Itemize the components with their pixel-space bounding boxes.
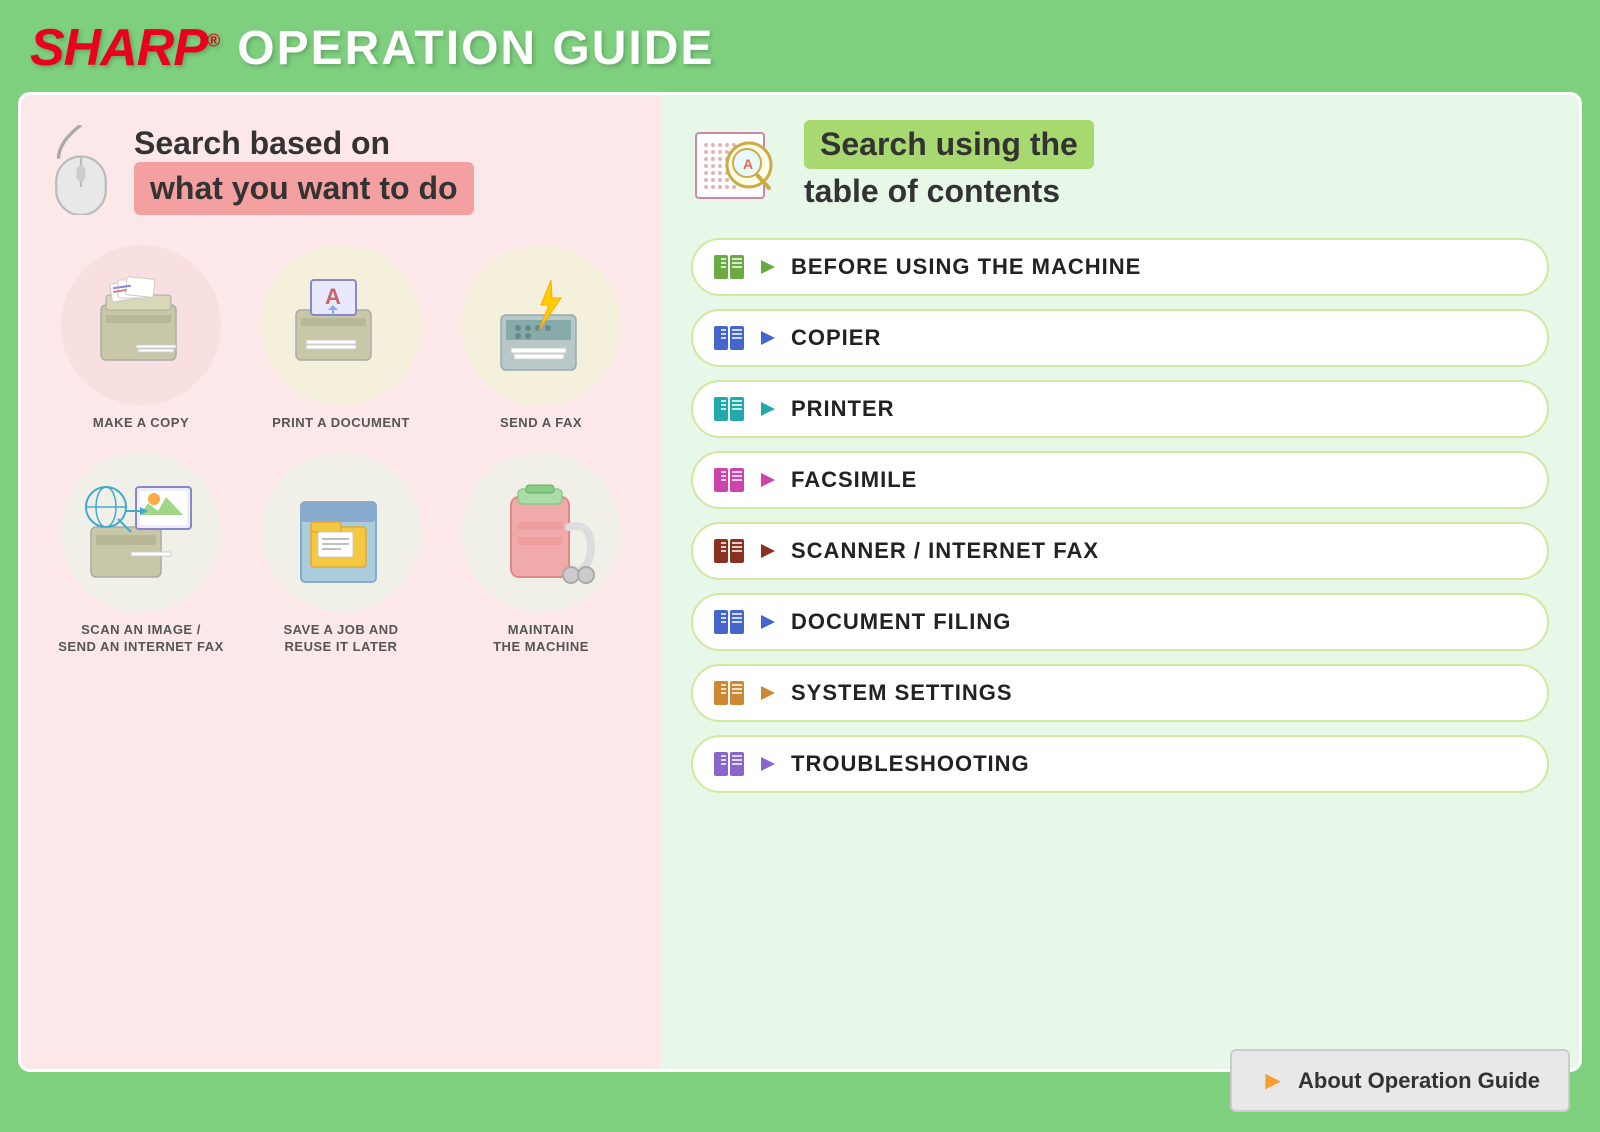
main-content: Search based on what you want to do xyxy=(18,92,1582,1072)
printer-arrow-icon xyxy=(757,398,779,420)
about-label: About Operation Guide xyxy=(1298,1068,1540,1094)
print-a-document-item[interactable]: A PRINT A DOCUMENT xyxy=(246,245,436,432)
troubleshooting-button[interactable]: TROUBLESHOOTING xyxy=(691,735,1549,793)
troubleshooting-arrow-icon xyxy=(757,753,779,775)
page-title: OPERATION GUIDE xyxy=(237,21,714,76)
scan-an-image-icon xyxy=(61,452,221,612)
send-a-fax-item[interactable]: SEND A FAX xyxy=(446,245,636,432)
header: SHARP® OPERATION GUIDE xyxy=(0,0,1600,92)
icon-grid: MAKE A COPY A xyxy=(46,245,636,656)
left-title: Search based on what you want to do xyxy=(134,125,474,215)
footer: ► About Operation Guide xyxy=(1230,1049,1570,1112)
document-filing-button[interactable]: DOCUMENT FILING xyxy=(691,593,1549,651)
book-magnifier-icon: A xyxy=(691,123,786,208)
right-panel: A Search using the table of contents xyxy=(661,95,1579,1069)
system-settings-label: SYSTEM SETTINGS xyxy=(791,680,1013,706)
sharp-logo: SHARP® xyxy=(30,18,219,78)
print-a-document-icon: A xyxy=(261,245,421,405)
scan-an-image-label: SCAN AN IMAGE / SEND AN INTERNET FAX xyxy=(58,622,224,656)
svg-text:A: A xyxy=(743,156,753,172)
copier-book-icon xyxy=(713,325,745,351)
make-a-copy-item[interactable]: MAKE A COPY xyxy=(46,245,236,432)
left-header: Search based on what you want to do xyxy=(46,125,636,215)
facsimile-button[interactable]: FACSIMILE xyxy=(691,451,1549,509)
save-a-job-label: SAVE A JOB AND REUSE IT LATER xyxy=(283,622,398,656)
scanner-arrow-icon xyxy=(757,540,779,562)
system-settings-button[interactable]: SYSTEM SETTINGS xyxy=(691,664,1549,722)
printer-button[interactable]: PRINTER xyxy=(691,380,1549,438)
facsimile-arrow-icon xyxy=(757,469,779,491)
facsimile-book-icon xyxy=(713,467,745,493)
about-operation-guide-button[interactable]: ► About Operation Guide xyxy=(1230,1049,1570,1112)
make-a-copy-label: MAKE A COPY xyxy=(93,415,189,432)
maintain-label: MAINTAIN THE MACHINE xyxy=(493,622,589,656)
mouse-icon xyxy=(46,125,116,215)
before-using-arrow-icon xyxy=(757,256,779,278)
document-filing-label: DOCUMENT FILING xyxy=(791,609,1011,635)
doc-filing-arrow-icon xyxy=(757,611,779,633)
before-using-book-icon xyxy=(713,254,745,280)
right-header: A Search using the table of contents xyxy=(691,120,1549,210)
printer-book-icon xyxy=(713,396,745,422)
scanner-fax-label: SCANNER / INTERNET FAX xyxy=(791,538,1099,564)
scanner-book-icon xyxy=(713,538,745,564)
printer-label: PRINTER xyxy=(791,396,895,422)
system-settings-book-icon xyxy=(713,680,745,706)
right-title: Search using the table of contents xyxy=(804,120,1094,210)
copier-button[interactable]: COPIER xyxy=(691,309,1549,367)
maintain-icon xyxy=(461,452,621,612)
troubleshooting-book-icon xyxy=(713,751,745,777)
save-a-job-icon xyxy=(261,452,421,612)
scan-an-image-item[interactable]: SCAN AN IMAGE / SEND AN INTERNET FAX xyxy=(46,452,236,656)
scanner-fax-button[interactable]: SCANNER / INTERNET FAX xyxy=(691,522,1549,580)
save-a-job-item[interactable]: SAVE A JOB AND REUSE IT LATER xyxy=(246,452,436,656)
copier-label: COPIER xyxy=(791,325,881,351)
print-a-document-label: PRINT A DOCUMENT xyxy=(272,415,410,432)
troubleshooting-label: TROUBLESHOOTING xyxy=(791,751,1030,777)
menu-list: BEFORE USING THE MACHINE COPIER xyxy=(691,238,1549,793)
send-a-fax-label: SEND A FAX xyxy=(500,415,582,432)
left-panel: Search based on what you want to do xyxy=(21,95,661,1069)
about-arrow-icon: ► xyxy=(1260,1065,1286,1096)
copier-arrow-icon xyxy=(757,327,779,349)
send-a-fax-icon xyxy=(461,245,621,405)
before-using-button[interactable]: BEFORE USING THE MACHINE xyxy=(691,238,1549,296)
doc-filing-book-icon xyxy=(713,609,745,635)
facsimile-label: FACSIMILE xyxy=(791,467,917,493)
maintain-item[interactable]: MAINTAIN THE MACHINE xyxy=(446,452,636,656)
before-using-label: BEFORE USING THE MACHINE xyxy=(791,254,1141,280)
system-settings-arrow-icon xyxy=(757,682,779,704)
make-a-copy-icon xyxy=(61,245,221,405)
